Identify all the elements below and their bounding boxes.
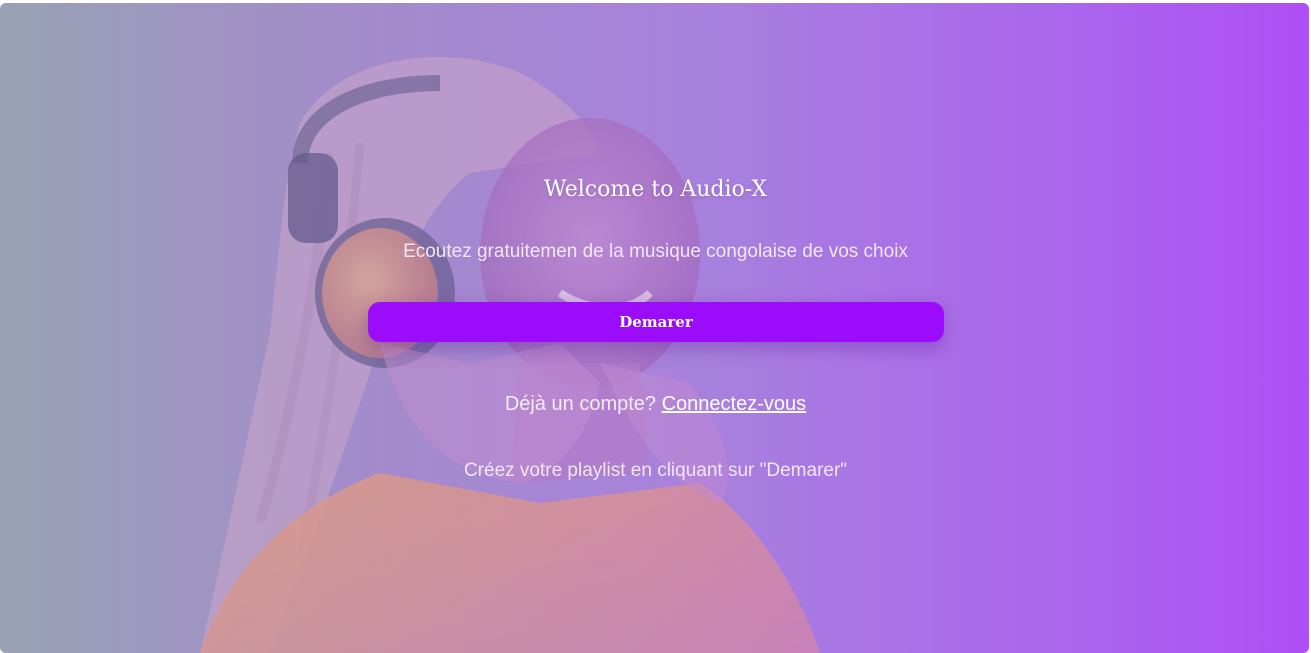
start-button[interactable]: Demarer bbox=[368, 302, 944, 342]
account-prompt-text: Déjà un compte? bbox=[504, 393, 657, 415]
playlist-hint: Créez votre playlist en cliquant sur "De… bbox=[463, 460, 848, 481]
account-prompt: Déjà un compte? Connectez-vous bbox=[0, 393, 1309, 416]
login-link[interactable]: Connectez-vous bbox=[662, 393, 807, 415]
welcome-screen: Welcome to Audio-X Ecoutez gratuitemen d… bbox=[0, 3, 1309, 653]
subtitle: Ecoutez gratuitemen de la musique congol… bbox=[403, 241, 908, 262]
page-title: Welcome to Audio-X bbox=[543, 177, 768, 202]
hero-content: Welcome to Audio-X Ecoutez gratuitemen d… bbox=[0, 3, 1309, 653]
